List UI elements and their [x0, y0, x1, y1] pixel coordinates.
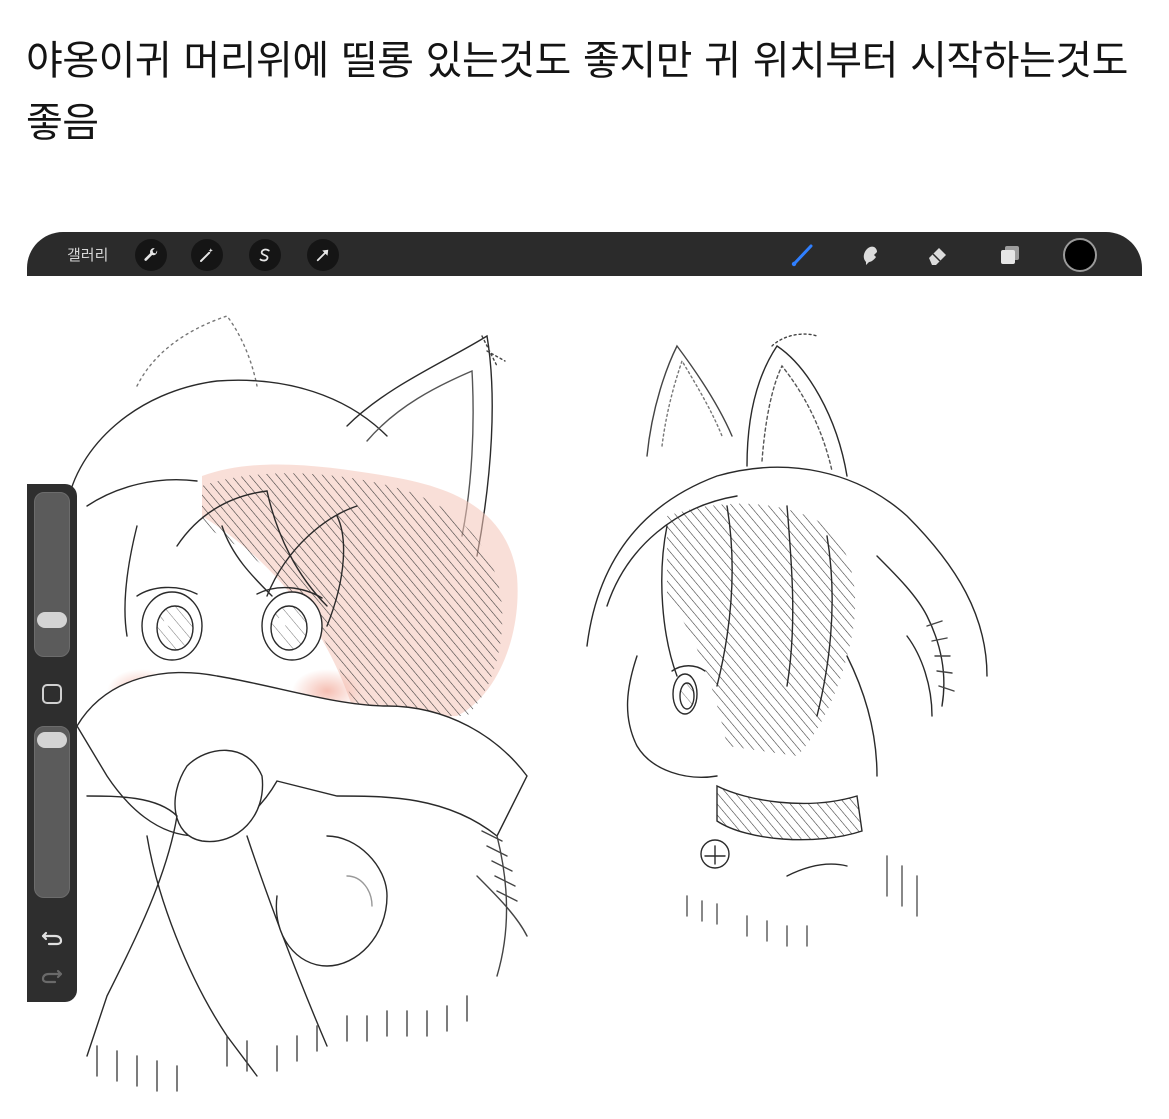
color-picker-swatch[interactable]: [1063, 238, 1097, 272]
brush-size-thumb[interactable]: [37, 612, 67, 628]
brush-icon[interactable]: [787, 240, 817, 270]
opacity-thumb[interactable]: [37, 732, 67, 748]
selection-icon[interactable]: [249, 239, 281, 271]
procreate-screenshot: 갤러리: [27, 232, 1142, 1102]
modify-button[interactable]: [42, 684, 62, 704]
smudge-icon[interactable]: [855, 240, 885, 270]
brush-size-slider[interactable]: [34, 492, 70, 657]
left-cat-character: [66, 315, 528, 1092]
drawing-canvas[interactable]: [27, 276, 1142, 1102]
magic-wand-icon[interactable]: [191, 239, 223, 271]
opacity-slider[interactable]: [34, 726, 70, 898]
transform-arrow-icon[interactable]: [307, 239, 339, 271]
layers-icon[interactable]: [995, 240, 1025, 270]
top-toolbar: 갤러리: [27, 232, 1142, 276]
gallery-button[interactable]: 갤러리: [67, 244, 108, 265]
wrench-icon[interactable]: [135, 239, 167, 271]
right-cat-character: [586, 333, 988, 947]
left-sidebar: [27, 484, 77, 1002]
post-text: 야옹이귀 머리위에 띨롱 있는것도 좋지만 귀 위치부터 시작하는것도 좋음: [26, 38, 1128, 146]
redo-icon[interactable]: [40, 962, 64, 986]
undo-icon[interactable]: [40, 924, 64, 948]
eraser-icon[interactable]: [923, 240, 953, 270]
